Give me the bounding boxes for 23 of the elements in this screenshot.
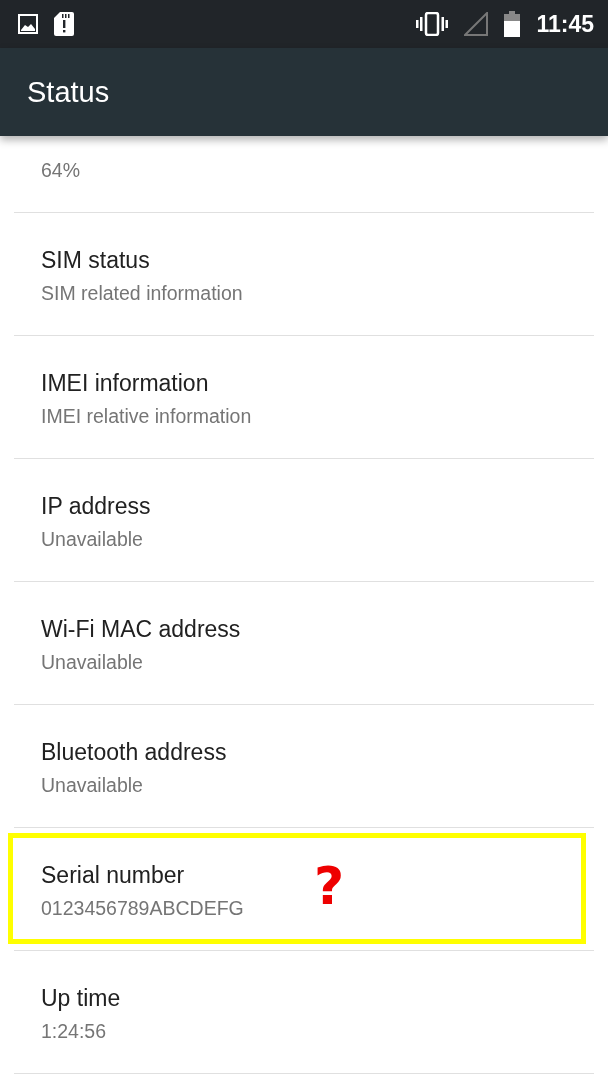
setting-title: Wi-Fi MAC address [41, 615, 241, 644]
battery-icon [504, 11, 521, 37]
setting-title: Serial number [41, 861, 185, 890]
setting-summary: Unavailable [41, 773, 143, 798]
setting-summary: IMEI relative information [41, 404, 252, 429]
signal-icon [464, 12, 489, 36]
sd-card-alert-icon [54, 12, 74, 36]
setting-summary: 64% [41, 158, 81, 183]
setting-summary: Unavailable [41, 650, 143, 675]
question-mark: ? [314, 856, 345, 916]
setting-title: Up time [41, 984, 121, 1013]
setting-summary: 0123456789ABCDEFG [41, 896, 244, 921]
setting-title: IMEI information [41, 369, 209, 398]
vibrate-icon [416, 12, 449, 36]
clock-time: 11:45 [536, 10, 594, 38]
image-icon [18, 14, 38, 34]
setting-title: Bluetooth address [41, 738, 227, 767]
setting-summary: SIM related information [41, 281, 243, 306]
setting-title: SIM status [41, 246, 150, 275]
setting-summary: Unavailable [41, 527, 143, 552]
screen-title: Status [27, 75, 110, 109]
setting-summary: 1:24:56 [41, 1019, 107, 1044]
setting-title: IP address [41, 492, 151, 521]
